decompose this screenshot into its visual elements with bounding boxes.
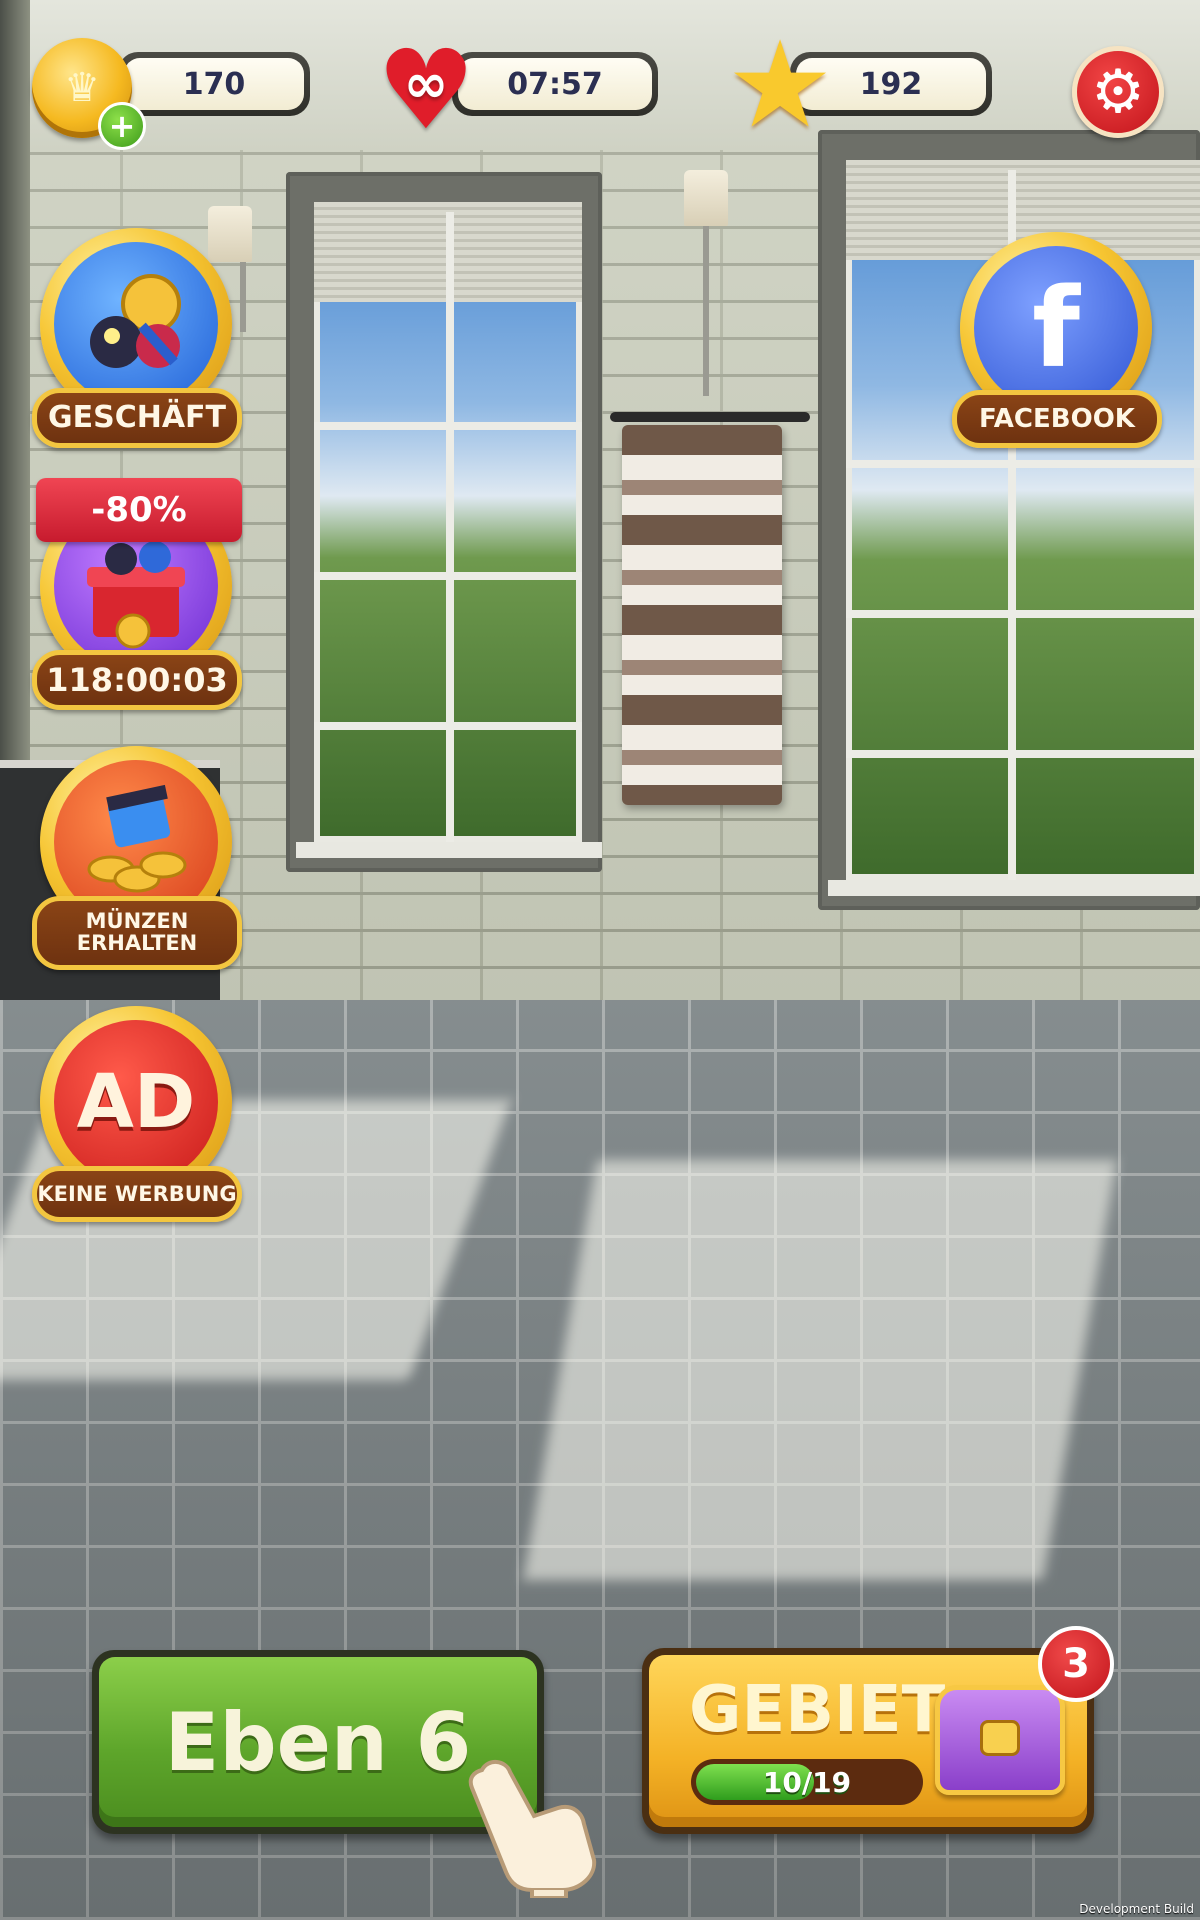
left-window xyxy=(286,172,602,872)
infinity-icon: ∞ xyxy=(403,52,449,115)
area-face: GEBIET 10/19 xyxy=(649,1655,1087,1827)
shop-label: GESCHÄFT xyxy=(32,388,242,448)
area-progress-bar: 10/19 xyxy=(691,1759,923,1805)
area-progress-text: 10/19 xyxy=(762,1765,852,1799)
discount-ribbon: -80% xyxy=(36,478,242,542)
shop-boosters-icon xyxy=(54,242,218,406)
settings-button[interactable]: ⚙ xyxy=(1072,46,1164,138)
chest-lock xyxy=(980,1720,1020,1756)
free-coins-label: MÜNZEN ERHALTEN xyxy=(32,896,242,970)
lamp-arm-right xyxy=(703,226,709,396)
free-coins-label-line1: MÜNZEN xyxy=(85,909,189,933)
offer-timer: 118:00:03 xyxy=(32,650,242,710)
no-ads-button[interactable]: AD KEINE WERBUNG xyxy=(32,1006,242,1228)
facebook-f: f xyxy=(1032,264,1080,392)
free-coins-button[interactable]: MÜNZEN ERHALTEN xyxy=(32,746,242,970)
no-ads-label: KEINE WERBUNG xyxy=(32,1166,242,1222)
lives-timer: 07:57 xyxy=(458,58,652,110)
facebook-label: FACEBOOK xyxy=(952,390,1162,448)
crown-icon: ♛ xyxy=(64,65,100,111)
coins-counter: 170 xyxy=(118,52,310,116)
free-coins-label-line2: ERHALTEN xyxy=(76,931,198,955)
gear-icon: ⚙ xyxy=(1091,57,1145,127)
notification-badge: 3 xyxy=(1038,1626,1114,1702)
treasure-chest-icon xyxy=(935,1685,1065,1795)
dev-build-label: Development Build xyxy=(1079,1902,1194,1916)
coins-value: 170 xyxy=(124,58,304,110)
area-title: GEBIET xyxy=(689,1673,946,1747)
star-icon: ★ xyxy=(726,16,834,155)
pointing-hand-icon xyxy=(468,1760,597,1898)
heart-infinity-icon[interactable]: ♥ ∞ xyxy=(368,32,484,148)
wall-lamp-right xyxy=(684,170,728,226)
sunlight-right xyxy=(522,1160,1118,1580)
ad-text: AD xyxy=(76,1059,196,1145)
facebook-icon: f xyxy=(974,246,1138,410)
no-ads-icon: AD xyxy=(54,1020,218,1184)
striped-towel xyxy=(622,425,782,805)
facebook-button[interactable]: f FACEBOOK xyxy=(952,232,1162,454)
shop-button[interactable]: GESCHÄFT xyxy=(32,228,242,450)
towel-bar xyxy=(610,412,810,422)
add-coins-button[interactable]: + xyxy=(98,102,146,150)
area-progress-button[interactable]: GEBIET 10/19 xyxy=(642,1648,1094,1834)
